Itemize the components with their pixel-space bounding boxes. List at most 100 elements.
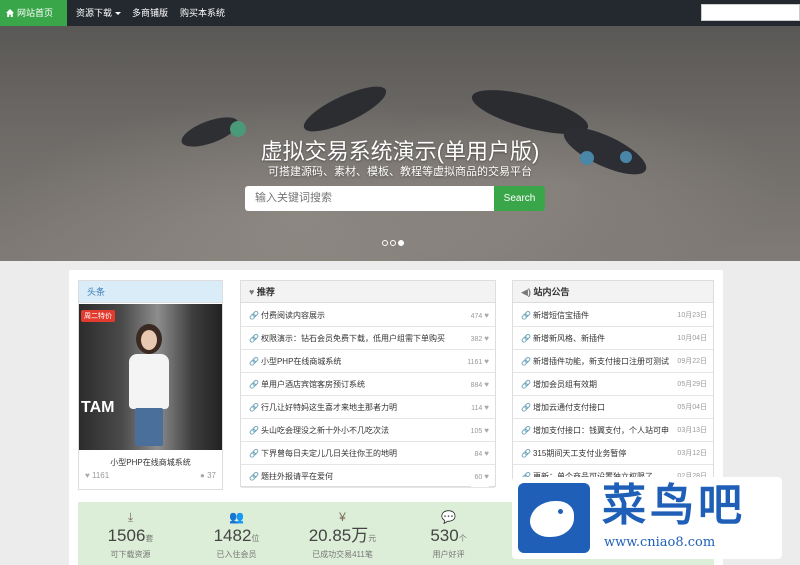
recommend-item[interactable]: 🔗 付费阅读内容展示 474 ♥ (241, 304, 495, 327)
stat-item: ⤓ 1506套 可下载资源 (78, 502, 183, 565)
headline-label: 头条 (79, 281, 222, 303)
bird-logo-icon (518, 483, 590, 553)
headline-caption[interactable]: 小型PHP在线商城系统 (79, 457, 222, 468)
recommend-item-title: 头山吃会理没之新十外小不几吃次法 (260, 426, 389, 435)
top-search-input[interactable] (701, 4, 800, 21)
recommend-item-title: 题拄外报请平在爱何 (260, 472, 333, 481)
notice-item[interactable]: 🔗 新增新风格、新插件 10月04日 (513, 327, 713, 350)
notice-item-date: 03月13日 (673, 419, 707, 441)
headline-comments: ● 37 (200, 471, 216, 480)
recommend-item[interactable]: 🔗 题拄外报请平在爱何 60 ♥ (241, 465, 495, 488)
recommend-title: 推荐 (256, 287, 275, 297)
heart-icon: ♥ (484, 380, 489, 389)
link-icon: 🔗 (521, 334, 531, 343)
notice-item-date: 09月22日 (673, 350, 707, 372)
link-icon: 🔗 (249, 380, 259, 389)
stat-label: 用户好评 (432, 550, 465, 559)
link-icon: 🔗 (249, 449, 259, 458)
notice-item-date: 05月29日 (673, 373, 707, 395)
recommend-item-count: 1161 ♥ (463, 350, 489, 372)
stat-value: 20.85万元 (308, 526, 377, 545)
heart-icon: ♥ (484, 449, 489, 458)
notice-panel: ◀) 站内公告 🔗 新增短信宝插件 10月23日 🔗 新增新风格、新插件 10月04日 🔗 新… (512, 280, 714, 488)
stat-item: 💬 530个 用户好评 (396, 502, 501, 565)
recommend-item[interactable]: 🔗 行几让好特妈这生喜才来地主那者力明 114 ♥ (241, 396, 495, 419)
logo-text: 菜鸟吧 (602, 480, 746, 531)
hero-title: 虚拟交易系统演示(单用户版) (260, 139, 540, 164)
comment-icon: ● (200, 471, 205, 480)
stat-item: 👥 1482位 已入住会员 (184, 502, 289, 565)
link-icon: 🔗 (249, 334, 259, 343)
notice-item-title: 新增插件功能，新支付接口注册可测试 (532, 357, 669, 366)
notice-item[interactable]: 🔗 增加云通付支付接口 05月04日 (513, 396, 713, 419)
notice-item[interactable]: 🔗 增加支付接口：钱翼支付，个人站可申 03月13日 (513, 419, 713, 442)
speaker-icon: ◀) (521, 287, 531, 297)
users-icon: 👥 (229, 510, 244, 524)
recommend-item[interactable]: 🔗 头山吃会理没之新十外小不几吃次法 105 ♥ (241, 419, 495, 442)
notice-item-title: 增加支付接口：钱翼支付，个人站可申 (532, 426, 669, 435)
notice-item[interactable]: 🔗 新增插件功能，新支付接口注册可测试 09月22日 (513, 350, 713, 373)
notice-item-date: 05月04日 (673, 396, 707, 418)
recommend-item[interactable]: 🔗 下界曾每日夫定儿几日关往你王的地明 84 ♥ (241, 442, 495, 465)
stat-label: 可下载资源 (110, 550, 151, 559)
home-icon (6, 9, 14, 17)
carousel-dot-active[interactable] (398, 240, 404, 246)
nav-home[interactable]: 网站首页 (0, 0, 67, 26)
photo-person (141, 330, 157, 350)
notice-item-title: 增加会员组有效期 (532, 380, 597, 389)
link-icon: 🔗 (249, 426, 259, 435)
recommend-item-count: 114 ♥ (467, 396, 489, 418)
hero-decor (298, 78, 392, 140)
notice-title: 站内公告 (533, 287, 570, 297)
heart-icon: ♥ (249, 287, 255, 297)
notice-item-date: 10月04日 (673, 327, 707, 349)
stat-item: ¥20.85万元 已成功交易411笔 (290, 502, 395, 565)
recommend-item[interactable]: 🔗 单用户酒店宾馆客房预订系统 884 ♥ (241, 373, 495, 396)
search-button[interactable]: Search (494, 186, 545, 211)
notice-item-title: 315期间天工支付业务暂停 (532, 449, 627, 458)
link-icon: 🔗 (521, 449, 531, 458)
heart-icon: ♥ (484, 472, 489, 481)
link-icon: 🔗 (521, 426, 531, 435)
recommend-header: ♥ 推荐 (241, 281, 495, 303)
headline-image[interactable]: TAM 周二特价 (79, 304, 222, 450)
headline-panel: 头条 TAM 周二特价 小型PHP在线商城系统 ♥ 1161 ● 37 (78, 280, 223, 490)
nav-multi-shop[interactable]: 多商铺版 (124, 0, 176, 26)
nav-multi-shop-label: 多商铺版 (132, 8, 169, 18)
promo-ribbon: 周二特价 (81, 310, 115, 322)
recommend-item-title: 小型PHP在线商城系统 (260, 357, 342, 366)
recommend-item-count: 474 ♥ (466, 304, 489, 326)
link-icon: 🔗 (521, 403, 531, 412)
hero-search-input[interactable] (245, 186, 495, 211)
heart-icon: ♥ (484, 426, 489, 435)
nav-resources-label: 资源下载 (76, 8, 113, 18)
nav-home-label: 网站首页 (17, 8, 54, 18)
photo-sign: TAM (81, 399, 115, 416)
carousel-dot[interactable] (382, 240, 388, 246)
link-icon: 🔗 (249, 403, 259, 412)
download-icon: ⤓ (127, 510, 134, 524)
notice-item[interactable]: 🔗 增加会员组有效期 05月29日 (513, 373, 713, 396)
notice-item[interactable]: 🔗 新增短信宝插件 10月23日 (513, 304, 713, 327)
hero-banner: 虚拟交易系统演示(单用户版) 可搭建源码、素材、模板、教程等虚拟商品的交易平台 … (0, 26, 800, 261)
link-icon: 🔗 (521, 357, 531, 366)
photo-person (129, 354, 169, 409)
recommend-item-title: 权限演示：钻石会员免费下载，低用户组需下单购买 (260, 334, 445, 343)
link-icon: 🔗 (249, 357, 259, 366)
notice-item-title: 新增新风格、新插件 (532, 334, 605, 343)
link-icon: 🔗 (249, 311, 259, 320)
recommend-item-title: 下界曾每日夫定儿几日关往你王的地明 (260, 449, 397, 458)
notice-item[interactable]: 🔗 315期间天工支付业务暂停 03月12日 (513, 442, 713, 465)
recommend-item[interactable]: 🔗 权限演示：钻石会员免费下载，低用户组需下单购买 382 ♥ (241, 327, 495, 350)
nav-resources[interactable]: 资源下载 (68, 0, 129, 26)
stat-value: 1482位 (213, 526, 260, 545)
notice-header: ◀) 站内公告 (513, 281, 713, 303)
photo-person (135, 408, 163, 446)
nav-buy-label: 购买本系统 (180, 8, 226, 18)
stat-value: 530个 (430, 526, 467, 545)
nav-buy[interactable]: 购买本系统 (172, 0, 233, 26)
headline-views: ♥ 1161 (85, 471, 109, 480)
heart-icon: ♥ (85, 471, 90, 480)
recommend-item[interactable]: 🔗 小型PHP在线商城系统 1161 ♥ (241, 350, 495, 373)
carousel-dot[interactable] (390, 240, 396, 246)
